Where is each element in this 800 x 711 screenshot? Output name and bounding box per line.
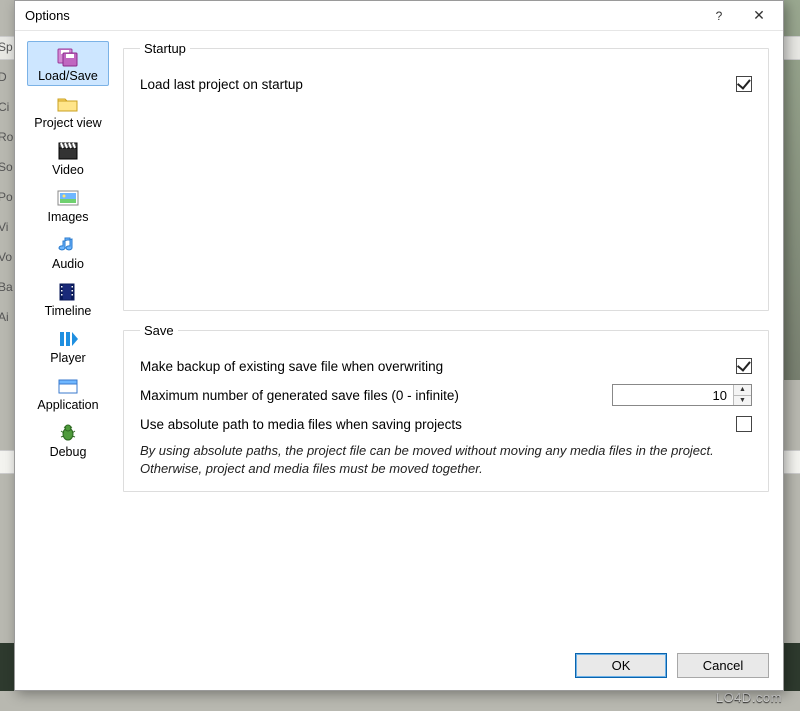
options-dialog: Options ? ✕ Load/Save (14, 0, 784, 691)
close-button[interactable]: ✕ (739, 2, 779, 30)
maxfiles-input[interactable] (613, 385, 733, 405)
load-last-label: Load last project on startup (140, 77, 736, 92)
folder-icon (55, 93, 81, 115)
maxfiles-spinner[interactable]: ▲ ▼ (612, 384, 752, 406)
sidebar-item-label: Images (48, 210, 89, 224)
window-icon (55, 375, 81, 397)
group-startup: Startup Load last project on startup (123, 41, 769, 311)
bug-icon (55, 422, 81, 444)
play-icon (55, 328, 81, 350)
sidebar-item-label: Debug (50, 445, 87, 459)
sidebar-item-images[interactable]: Images (27, 182, 109, 227)
group-save: Save Make backup of existing save file w… (123, 323, 769, 492)
titlebar: Options ? ✕ (15, 1, 783, 31)
maxfiles-label: Maximum number of generated save files (… (140, 388, 612, 403)
filmstrip-icon (55, 281, 81, 303)
row-load-last: Load last project on startup (140, 76, 752, 92)
sidebar-item-label: Application (37, 398, 98, 412)
ok-button[interactable]: OK (575, 653, 667, 678)
dialog-buttons: OK Cancel (15, 645, 783, 690)
music-note-icon (55, 234, 81, 256)
row-maxfiles: Maximum number of generated save files (… (140, 384, 752, 406)
sidebar-item-project-view[interactable]: Project view (27, 88, 109, 133)
cancel-button[interactable]: Cancel (677, 653, 769, 678)
sidebar-item-timeline[interactable]: Timeline (27, 276, 109, 321)
spin-down-icon[interactable]: ▼ (734, 396, 751, 406)
picture-icon (55, 187, 81, 209)
load-last-checkbox[interactable] (736, 76, 752, 92)
sidebar-item-label: Timeline (45, 304, 92, 318)
sidebar-item-application[interactable]: Application (27, 370, 109, 415)
group-save-legend: Save (140, 323, 178, 338)
settings-panel: Startup Load last project on startup Sav… (113, 37, 773, 645)
sidebar-item-debug[interactable]: Debug (27, 417, 109, 462)
sidebar-item-load-save[interactable]: Load/Save (27, 41, 109, 86)
sidebar-item-label: Audio (52, 257, 84, 271)
row-backup: Make backup of existing save file when o… (140, 358, 752, 374)
category-sidebar: Load/Save Project view (23, 37, 113, 645)
sidebar-item-audio[interactable]: Audio (27, 229, 109, 274)
floppy-icon (55, 46, 81, 68)
spin-up-icon[interactable]: ▲ (734, 385, 751, 396)
abspath-checkbox[interactable] (736, 416, 752, 432)
help-button[interactable]: ? (699, 2, 739, 30)
sidebar-item-video[interactable]: Video (27, 135, 109, 180)
watermark: LO4D.com (716, 690, 782, 705)
sidebar-item-label: Project view (34, 116, 101, 130)
abspath-hint: By using absolute paths, the project fil… (140, 442, 752, 477)
abspath-label: Use absolute path to media files when sa… (140, 417, 736, 432)
sidebar-item-label: Video (52, 163, 84, 177)
window-title: Options (25, 8, 699, 23)
backup-label: Make backup of existing save file when o… (140, 359, 736, 374)
sidebar-item-player[interactable]: Player (27, 323, 109, 368)
sidebar-item-label: Load/Save (38, 69, 98, 83)
group-startup-legend: Startup (140, 41, 190, 56)
sidebar-item-label: Player (50, 351, 85, 365)
clapper-icon (55, 140, 81, 162)
content-area: Load/Save Project view (15, 31, 783, 645)
row-abspath: Use absolute path to media files when sa… (140, 416, 752, 432)
backup-checkbox[interactable] (736, 358, 752, 374)
